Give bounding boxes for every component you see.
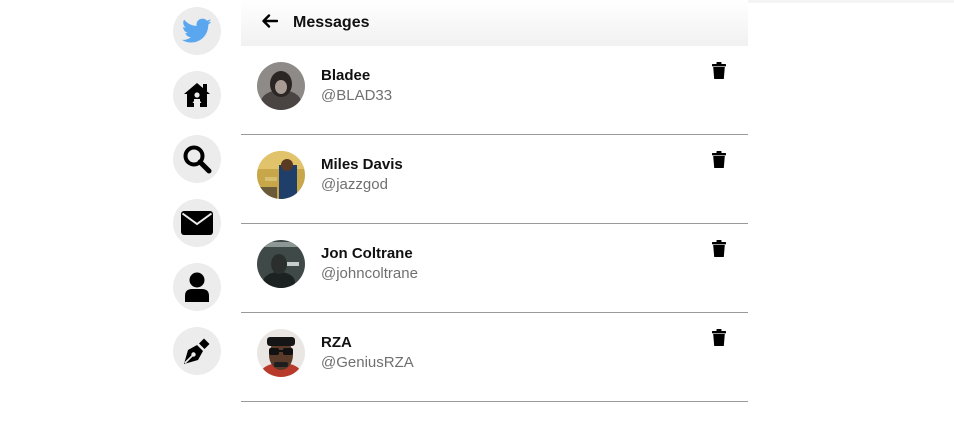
avatar — [257, 329, 305, 377]
avatar — [257, 240, 305, 288]
trash-icon — [712, 62, 726, 83]
delete-conversation-button[interactable] — [712, 151, 728, 169]
conversation-name: Miles Davis — [321, 156, 403, 173]
right-panel-edge — [748, 0, 954, 3]
conversation-list: Bladee @BLAD33 Miles Davis @jazzgod Jon … — [241, 46, 748, 402]
conversation-handle: @jazzgod — [321, 176, 388, 193]
sidebar-nav — [0, 0, 241, 427]
user-icon — [184, 272, 210, 302]
arrow-left-icon — [262, 13, 279, 33]
conversation-item[interactable]: Jon Coltrane @johncoltrane — [241, 224, 748, 313]
sidebar-item-profile[interactable] — [173, 263, 221, 311]
trash-icon — [712, 240, 726, 261]
delete-conversation-button[interactable] — [712, 240, 728, 258]
delete-conversation-button[interactable] — [712, 329, 728, 347]
home-icon — [183, 82, 211, 108]
trash-icon — [712, 329, 726, 350]
sidebar-item-compose[interactable] — [173, 327, 221, 375]
envelope-icon — [181, 211, 213, 235]
trash-icon — [712, 151, 726, 172]
pen-nib-icon — [182, 336, 212, 366]
conversation-name: Bladee — [321, 67, 371, 84]
conversation-handle: @BLAD33 — [321, 87, 393, 104]
sidebar-item-messages[interactable] — [173, 199, 221, 247]
page-title: Messages — [293, 14, 370, 31]
messages-panel: Messages Bladee @BLAD33 Miles Davis @jaz… — [241, 0, 748, 427]
avatar — [257, 62, 305, 110]
conversation-handle: @johncoltrane — [321, 265, 418, 282]
sidebar-item-home[interactable] — [173, 71, 221, 119]
messages-header: Messages — [241, 0, 748, 46]
conversation-item[interactable]: Miles Davis @jazzgod — [241, 135, 748, 224]
conversation-handle: @GeniusRZA — [321, 354, 414, 371]
delete-conversation-button[interactable] — [712, 62, 728, 80]
conversation-item[interactable]: Bladee @BLAD33 — [241, 46, 748, 135]
conversation-name: RZA — [321, 334, 352, 351]
conversation-item[interactable]: RZA @GeniusRZA — [241, 313, 748, 402]
search-icon — [182, 144, 212, 174]
twitter-bird-icon — [182, 18, 212, 44]
back-button[interactable] — [261, 13, 279, 33]
sidebar-item-home-logo[interactable] — [173, 7, 221, 55]
conversation-name: Jon Coltrane — [321, 245, 413, 262]
avatar — [257, 151, 305, 199]
sidebar-item-search[interactable] — [173, 135, 221, 183]
